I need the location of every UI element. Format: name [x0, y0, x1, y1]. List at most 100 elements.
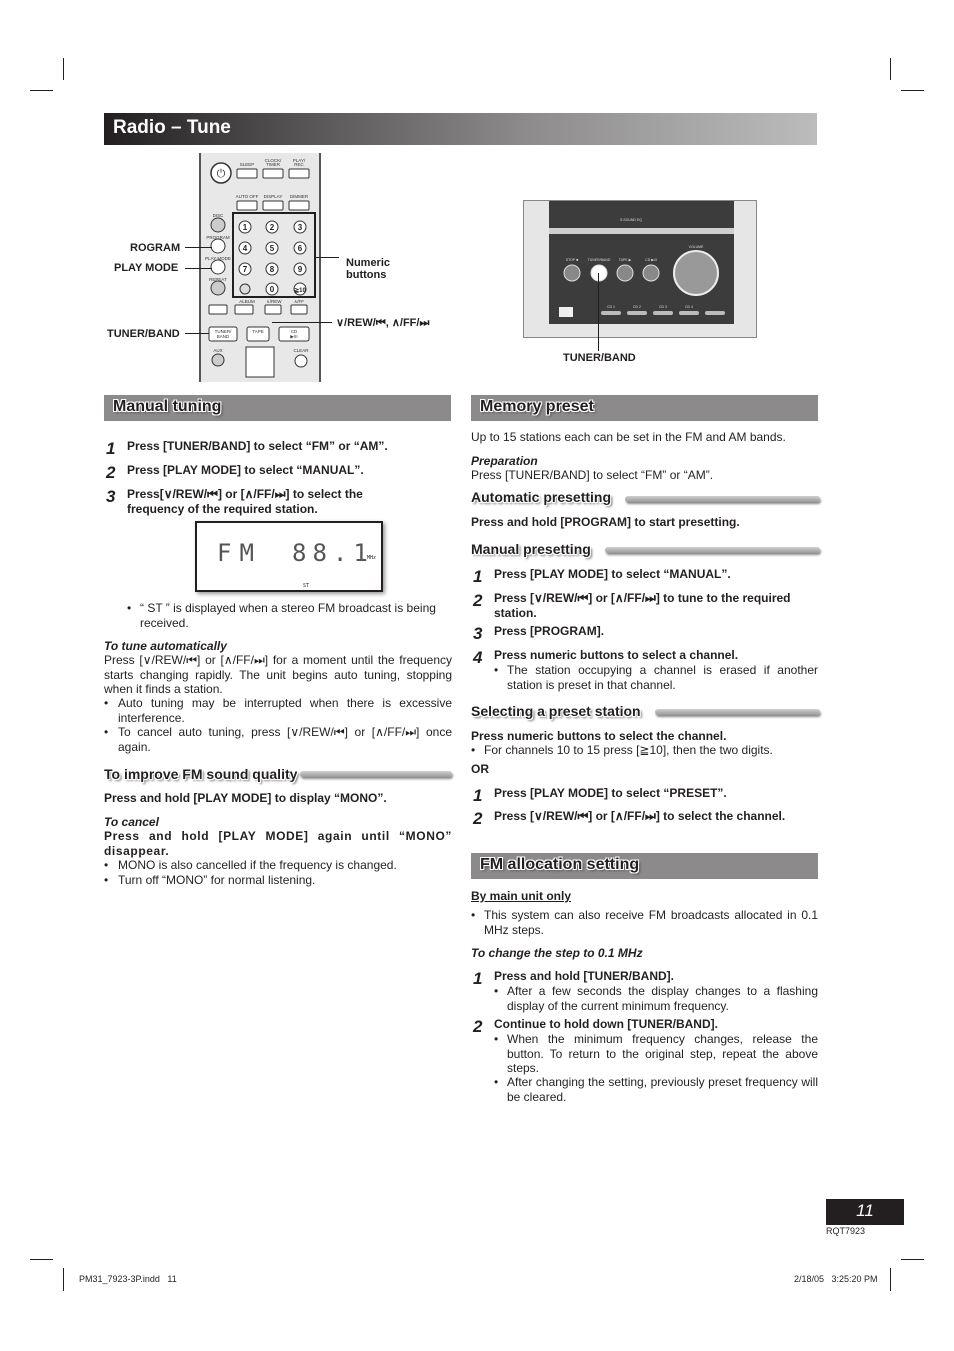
bullet-dot: •	[494, 984, 499, 998]
bullet-dot: •	[494, 1075, 499, 1089]
document-code: RQT7923	[826, 1226, 866, 1236]
svg-text:DIMMER: DIMMER	[290, 194, 309, 199]
bullet-dot: •	[104, 725, 109, 739]
step-number: 2	[106, 463, 116, 482]
subheading-tune-automatically: To tune automatically	[104, 639, 227, 653]
memory-preset-intro: Up to 15 stations each can be set in the…	[471, 430, 786, 444]
automatic-presetting-text: Press and hold [PROGRAM] to start preset…	[471, 515, 740, 529]
step-text: Press [PLAY MODE] to select “MANUAL”.	[127, 463, 364, 477]
svg-text:2: 2	[270, 223, 275, 232]
step-text: Press and hold [TUNER/BAND].	[494, 969, 675, 983]
step-text: Press [PROGRAM].	[494, 624, 605, 638]
page-number: 11	[826, 1199, 904, 1225]
step-number: 3	[473, 624, 483, 643]
step-number: 3	[106, 487, 116, 506]
svg-text:3: 3	[298, 223, 303, 232]
remote-control-illustration: ⏻ SLEEP CLOCK/TIMER PLAY/REC AUTO OFF DISPL…	[199, 153, 321, 382]
svg-text:REC: REC	[294, 162, 304, 167]
svg-text:6: 6	[298, 244, 303, 253]
step-number: 1	[473, 567, 483, 586]
step-text: Press [TUNER/BAND] to select “FM” or “AM…	[127, 439, 388, 453]
auto-tuning-note: To cancel auto tuning, press [∨/REW/⏮] o…	[118, 725, 452, 754]
select-preset-text: Press numeric buttons to select the chan…	[471, 729, 727, 743]
subheading-rule	[625, 496, 820, 502]
step-number: 4	[473, 648, 483, 667]
svg-text:CD 3: CD 3	[659, 305, 667, 309]
step-text: Press [PLAY MODE] to select “PRESET”.	[494, 786, 727, 800]
fm-quality-instruction: Press and hold [PLAY MODE] to display “M…	[104, 791, 387, 805]
unit-tuner-band-callout: TUNER/BAND	[563, 352, 636, 364]
bullet-dot: •	[471, 743, 476, 757]
auto-tuning-text: Press [∨/REW/⏮] or [∧/FF/⏭] for a moment…	[104, 653, 452, 696]
bullet-dot: •	[104, 858, 109, 872]
crop-mark	[30, 90, 53, 91]
print-timestamp: 2/18/05 3:25:20 PM	[794, 1274, 878, 1284]
svg-text:DISC: DISC	[213, 213, 225, 218]
subheading-rule	[655, 709, 820, 715]
program-callout: ROGRAM	[130, 242, 181, 254]
main-unit-drawing: S.SOUND EQ STOP ■ TUNER/BAND TAPE ▶ CD ▶/II…	[524, 201, 756, 337]
step-note: When the minimum frequency changes, rele…	[507, 1032, 818, 1075]
subheading-to-cancel: To cancel	[104, 815, 159, 829]
svg-text:9: 9	[298, 265, 303, 274]
svg-text:∨/REW: ∨/REW	[266, 299, 282, 304]
fm-allocation-note: This system can also receive FM broadcas…	[484, 908, 818, 937]
step-number: 1	[473, 786, 483, 805]
crop-mark	[890, 1268, 891, 1291]
svg-text:BAND: BAND	[217, 334, 230, 339]
auto-tuning-note: Auto tuning may be interrupted when ther…	[118, 696, 452, 725]
manual-presetting-note: The station occupying a channel is erase…	[507, 663, 818, 692]
svg-text:∧/FF: ∧/FF	[294, 299, 304, 304]
lcd-band: FM	[217, 539, 262, 567]
cancel-instruction: Press and hold [PLAY MODE] again until “…	[104, 829, 452, 858]
subheading-preparation: Preparation	[471, 454, 538, 468]
subheading-manual-presetting: Manual presetting	[471, 541, 591, 557]
svg-text:STOP ■: STOP ■	[566, 258, 579, 262]
svg-text:4: 4	[243, 244, 248, 253]
svg-text:CD 1: CD 1	[607, 305, 615, 309]
svg-text:SLEEP: SLEEP	[240, 162, 255, 167]
subheading-automatic-presetting: Automatic presetting	[471, 489, 612, 505]
step-number: 2	[473, 1017, 483, 1036]
bullet-dot: •	[494, 1032, 499, 1046]
bullet-dot: •	[104, 873, 109, 887]
or-label: OR	[471, 762, 489, 776]
lcd-stereo-indicator: ST	[303, 583, 310, 589]
section-heading-manual-tuning: Manual tuning	[104, 395, 451, 421]
subheading-fm-quality: To improve FM sound quality	[104, 766, 298, 782]
step-number: 1	[473, 969, 483, 988]
main-unit-illustration: S.SOUND EQ STOP ■ TUNER/BAND TAPE ▶ CD ▶/II…	[523, 200, 757, 338]
svg-text:VOLUME: VOLUME	[689, 245, 704, 249]
leader-line	[316, 257, 339, 258]
subheading-rule	[300, 771, 452, 777]
leader-line	[185, 268, 212, 269]
svg-text:7: 7	[243, 265, 248, 274]
crop-mark	[890, 58, 891, 80]
step-text: Press numeric buttons to select a channe…	[494, 648, 739, 662]
remote-control-drawing: ⏻ SLEEPCLOCK/TIMERPLAY/REC AUTO OFF DISPL…	[205, 158, 316, 378]
page-title: Radio – Tune	[104, 113, 817, 145]
svg-text:ALBUM: ALBUM	[239, 299, 255, 304]
svg-text:S.SOUND EQ: S.SOUND EQ	[620, 218, 642, 222]
leader-line	[598, 273, 599, 351]
step-text: Press [∨/REW/⏮] or [∧/FF/⏭] to select th…	[494, 809, 786, 823]
subheading-rule	[605, 547, 820, 553]
crop-mark	[901, 1259, 924, 1260]
leader-line	[185, 247, 212, 248]
subheading-change-step: To change the step to 0.1 MHz	[471, 946, 643, 960]
mono-note: Turn off “MONO” for normal listening.	[118, 873, 316, 887]
svg-text:⏻: ⏻	[217, 168, 226, 180]
svg-text:1: 1	[243, 223, 248, 232]
section-heading-fm-allocation: FM allocation setting	[471, 853, 818, 879]
crop-mark	[901, 90, 924, 91]
svg-text:TIMER: TIMER	[266, 162, 281, 167]
skip-buttons-callout: ∨/REW/⏮, ∧/FF/⏭	[336, 317, 430, 329]
svg-text:CD ▶/II: CD ▶/II	[645, 258, 657, 262]
svg-text:AUTO OFF: AUTO OFF	[236, 194, 259, 199]
leader-line	[272, 322, 332, 323]
svg-text:CD 2: CD 2	[633, 305, 641, 309]
play-mode-callout: PLAY MODE	[114, 262, 179, 274]
file-info: PM31_7923-3P.indd 11	[79, 1274, 177, 1284]
section-heading-memory-preset: Memory preset	[471, 395, 818, 421]
step-note: After changing the setting, previously p…	[507, 1075, 818, 1104]
